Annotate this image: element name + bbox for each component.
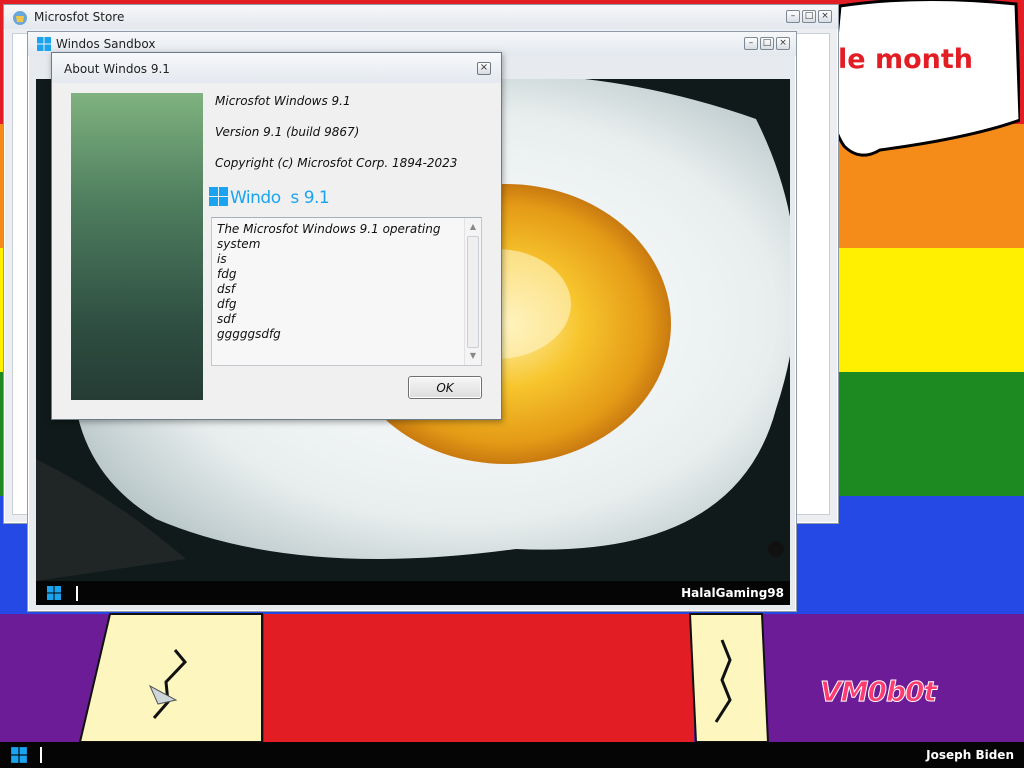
close-button[interactable]: ×	[818, 10, 832, 23]
sandbox-title: Windos Sandbox	[56, 37, 156, 51]
sandbox-taskbar: HalalGaming98	[36, 581, 790, 605]
description-line: The Microsfot Windows 9.1 operating syst…	[217, 222, 441, 251]
speech-text: le month	[838, 44, 973, 75]
scroll-up-icon[interactable]: ▲	[468, 222, 478, 232]
minimize-button[interactable]: –	[786, 10, 800, 23]
text-cursor	[40, 747, 42, 763]
close-button[interactable]: ×	[477, 62, 491, 75]
about-title: About Windos 9.1	[64, 62, 170, 76]
sandbox-caption-buttons: – □ ×	[744, 37, 790, 50]
sandbox-user-name: HalalGaming98	[681, 586, 784, 600]
speech-bubble	[830, 0, 1020, 157]
description-lines: The Microsfot Windows 9.1 operating syst…	[217, 222, 481, 342]
description-line: gggggsdfg	[217, 327, 281, 341]
maximize-button[interactable]: □	[802, 10, 816, 23]
ok-button[interactable]: OK	[408, 376, 482, 399]
minimize-button[interactable]: –	[744, 37, 758, 50]
description-line: is	[217, 252, 227, 266]
maximize-button[interactable]: □	[760, 37, 774, 50]
watermark-text: VM0b0t	[820, 675, 938, 709]
scrollbar-thumb[interactable]	[467, 236, 479, 348]
vertical-scrollbar[interactable]: ▲ ▼	[464, 218, 481, 365]
windows-logo-icon[interactable]	[44, 585, 64, 601]
scroll-down-icon[interactable]: ▼	[468, 351, 478, 361]
windows-logo-icon	[11, 747, 27, 763]
start-button[interactable]	[4, 745, 34, 765]
logo-text: Windo s 9.1	[230, 188, 330, 208]
description-line: dsf	[217, 282, 236, 296]
about-title-bar[interactable]: About Windos 9.1 ×	[52, 53, 501, 83]
close-button[interactable]: ×	[776, 37, 790, 50]
figure-drawing	[78, 613, 770, 742]
taskbar: Joseph Biden	[0, 742, 1024, 768]
store-icon	[13, 11, 27, 25]
description-line: dfg	[217, 297, 237, 311]
about-banner-image	[71, 93, 203, 400]
taskbar-user-name: Joseph Biden	[926, 748, 1014, 762]
text-cursor	[76, 586, 78, 601]
store-title-bar[interactable]: Microsfot Store – □ ×	[4, 5, 838, 29]
copyright-text: Copyright (c) Microsfot Corp. 1894-2023	[215, 156, 458, 170]
windows-logo-icon	[37, 37, 51, 51]
description-textbox[interactable]: The Microsfot Windows 9.1 operating syst…	[211, 217, 482, 366]
about-dialog[interactable]: About Windos 9.1 × Microsfot Windows 9.1…	[51, 52, 502, 420]
version-text: Version 9.1 (build 9867)	[215, 125, 360, 139]
product-name: Microsfot Windows 9.1	[215, 94, 351, 108]
description-line: fdg	[217, 267, 237, 281]
store-caption-buttons: – □ ×	[786, 10, 832, 23]
description-line: sdf	[217, 312, 236, 326]
store-title: Microsfot Store	[34, 10, 125, 24]
